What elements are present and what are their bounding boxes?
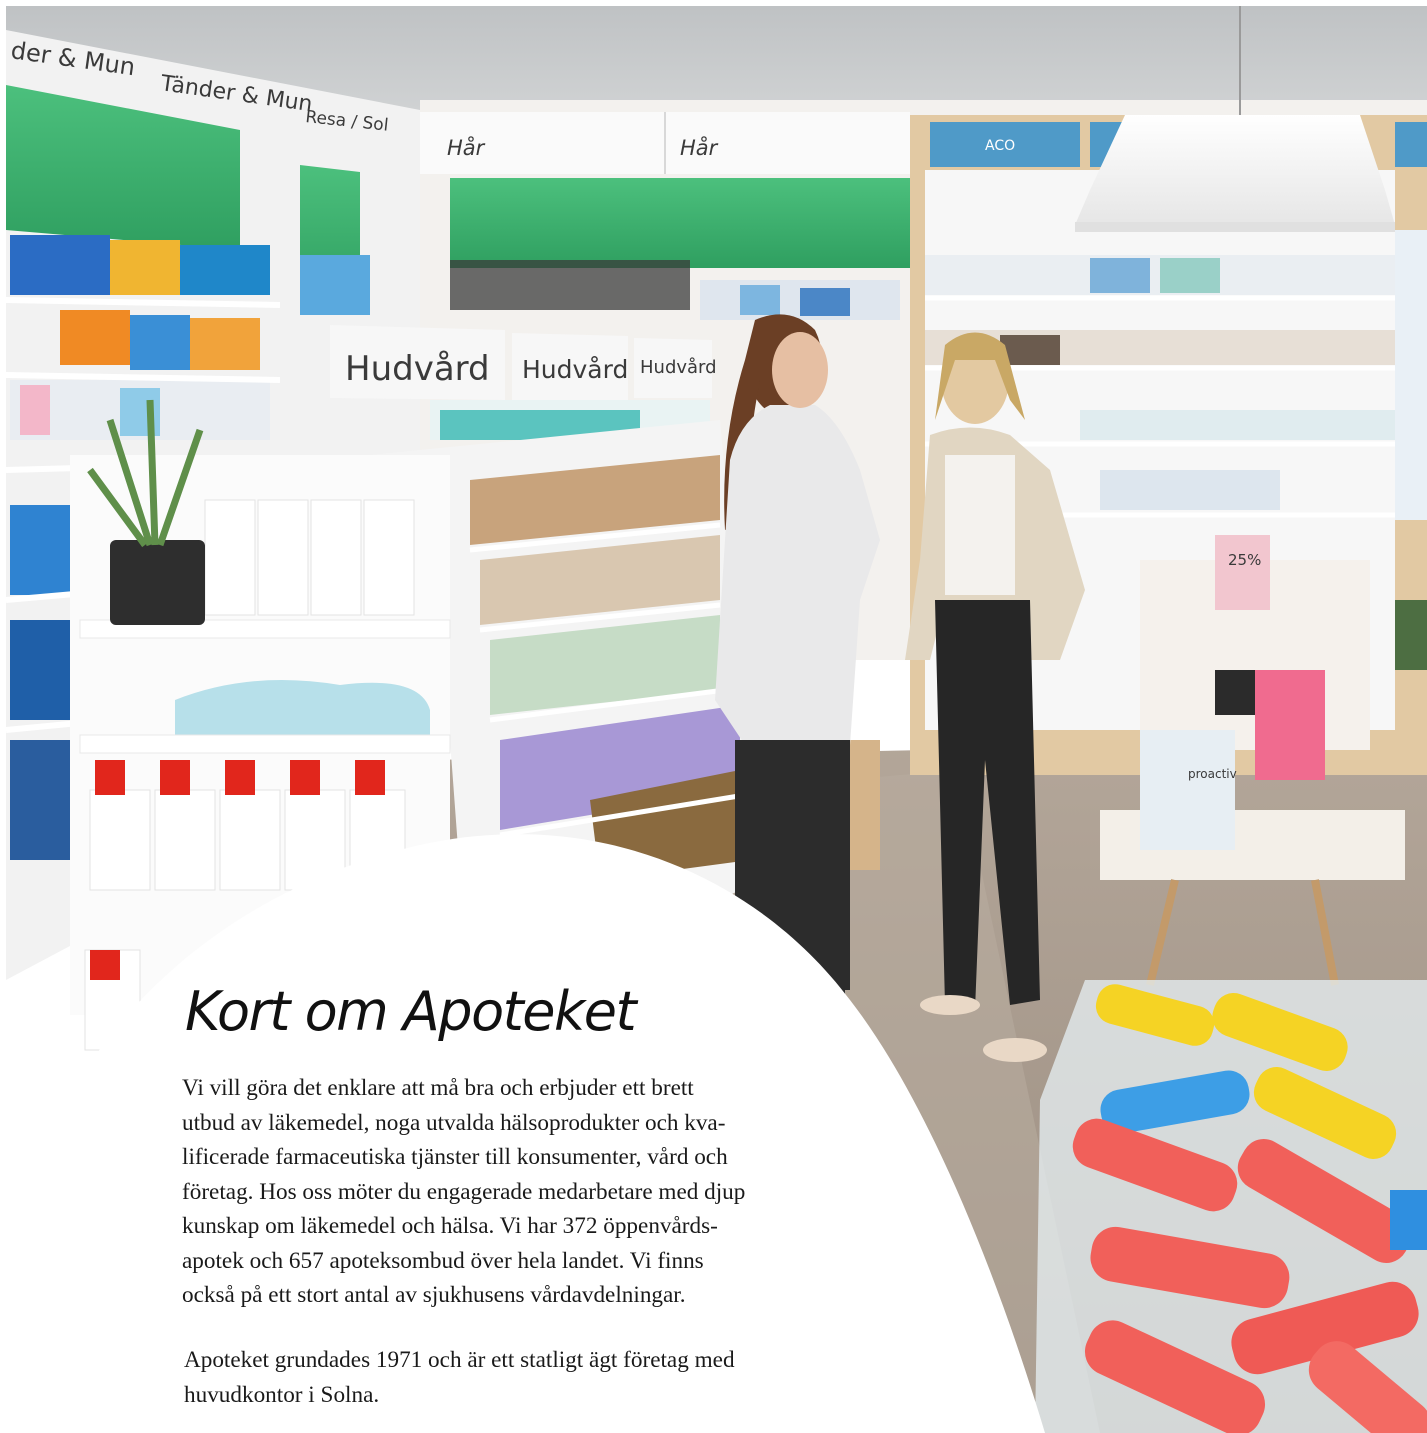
intro-line: kunskap om läkemedel och hälsa. Vi har 3… <box>182 1213 718 1239</box>
discount-sign <box>1215 535 1270 610</box>
sign-har-1: Hår <box>447 135 486 160</box>
sign-hudvard-1: Hudvård <box>345 349 490 389</box>
display-shelf-2 <box>79 734 451 754</box>
sign-discount: 25% <box>1228 551 1261 569</box>
intro-line: apotek och 657 apoteksombud över hela la… <box>182 1247 704 1274</box>
founding-line: huvudkontor i Solna. <box>184 1381 380 1408</box>
intro-line: utbud av läkemedel, noga utvalda hälsopr… <box>182 1109 726 1136</box>
sign-har-2: Hår <box>680 135 719 160</box>
founding-paragraph: Apoteket grundades 1971 och är ett statl… <box>184 1343 834 1412</box>
intro-paragraph: Vi vill göra det enklare att må bra och … <box>182 1071 832 1313</box>
intro-line: också på ett stort antal av sjukhusens v… <box>182 1282 686 1308</box>
founding-line: Apoteket grundades 1971 och är ett statl… <box>184 1347 735 1373</box>
intro-line: företag. Hos oss möter du engagerade med… <box>182 1178 746 1205</box>
pendant-lamp <box>1075 115 1395 225</box>
page: der & Mun Tänder & Mun Resa / Sol Hår Hå… <box>0 0 1427 1433</box>
sign-proactiv: proactiv <box>1188 767 1237 781</box>
intro-line: lificerade farmaceutiska tjänster till k… <box>182 1144 728 1170</box>
center-green-panel <box>450 178 910 268</box>
sign-hudvard-2: Hudvård <box>522 355 628 384</box>
poster-right <box>1395 230 1427 520</box>
aco-sign-3 <box>1395 122 1427 167</box>
pharmacist-legs <box>760 980 845 1060</box>
towels <box>175 680 430 735</box>
intro-line: Vi vill göra det enklare att må bra och … <box>182 1075 694 1101</box>
sign-aco: ACO <box>985 138 1015 154</box>
pink-sign <box>1255 670 1325 780</box>
proactiv-box <box>1140 730 1235 850</box>
page-title: Kort om Apoteket <box>185 980 637 1043</box>
sign-hudvard-3: Hudvård <box>640 357 717 378</box>
